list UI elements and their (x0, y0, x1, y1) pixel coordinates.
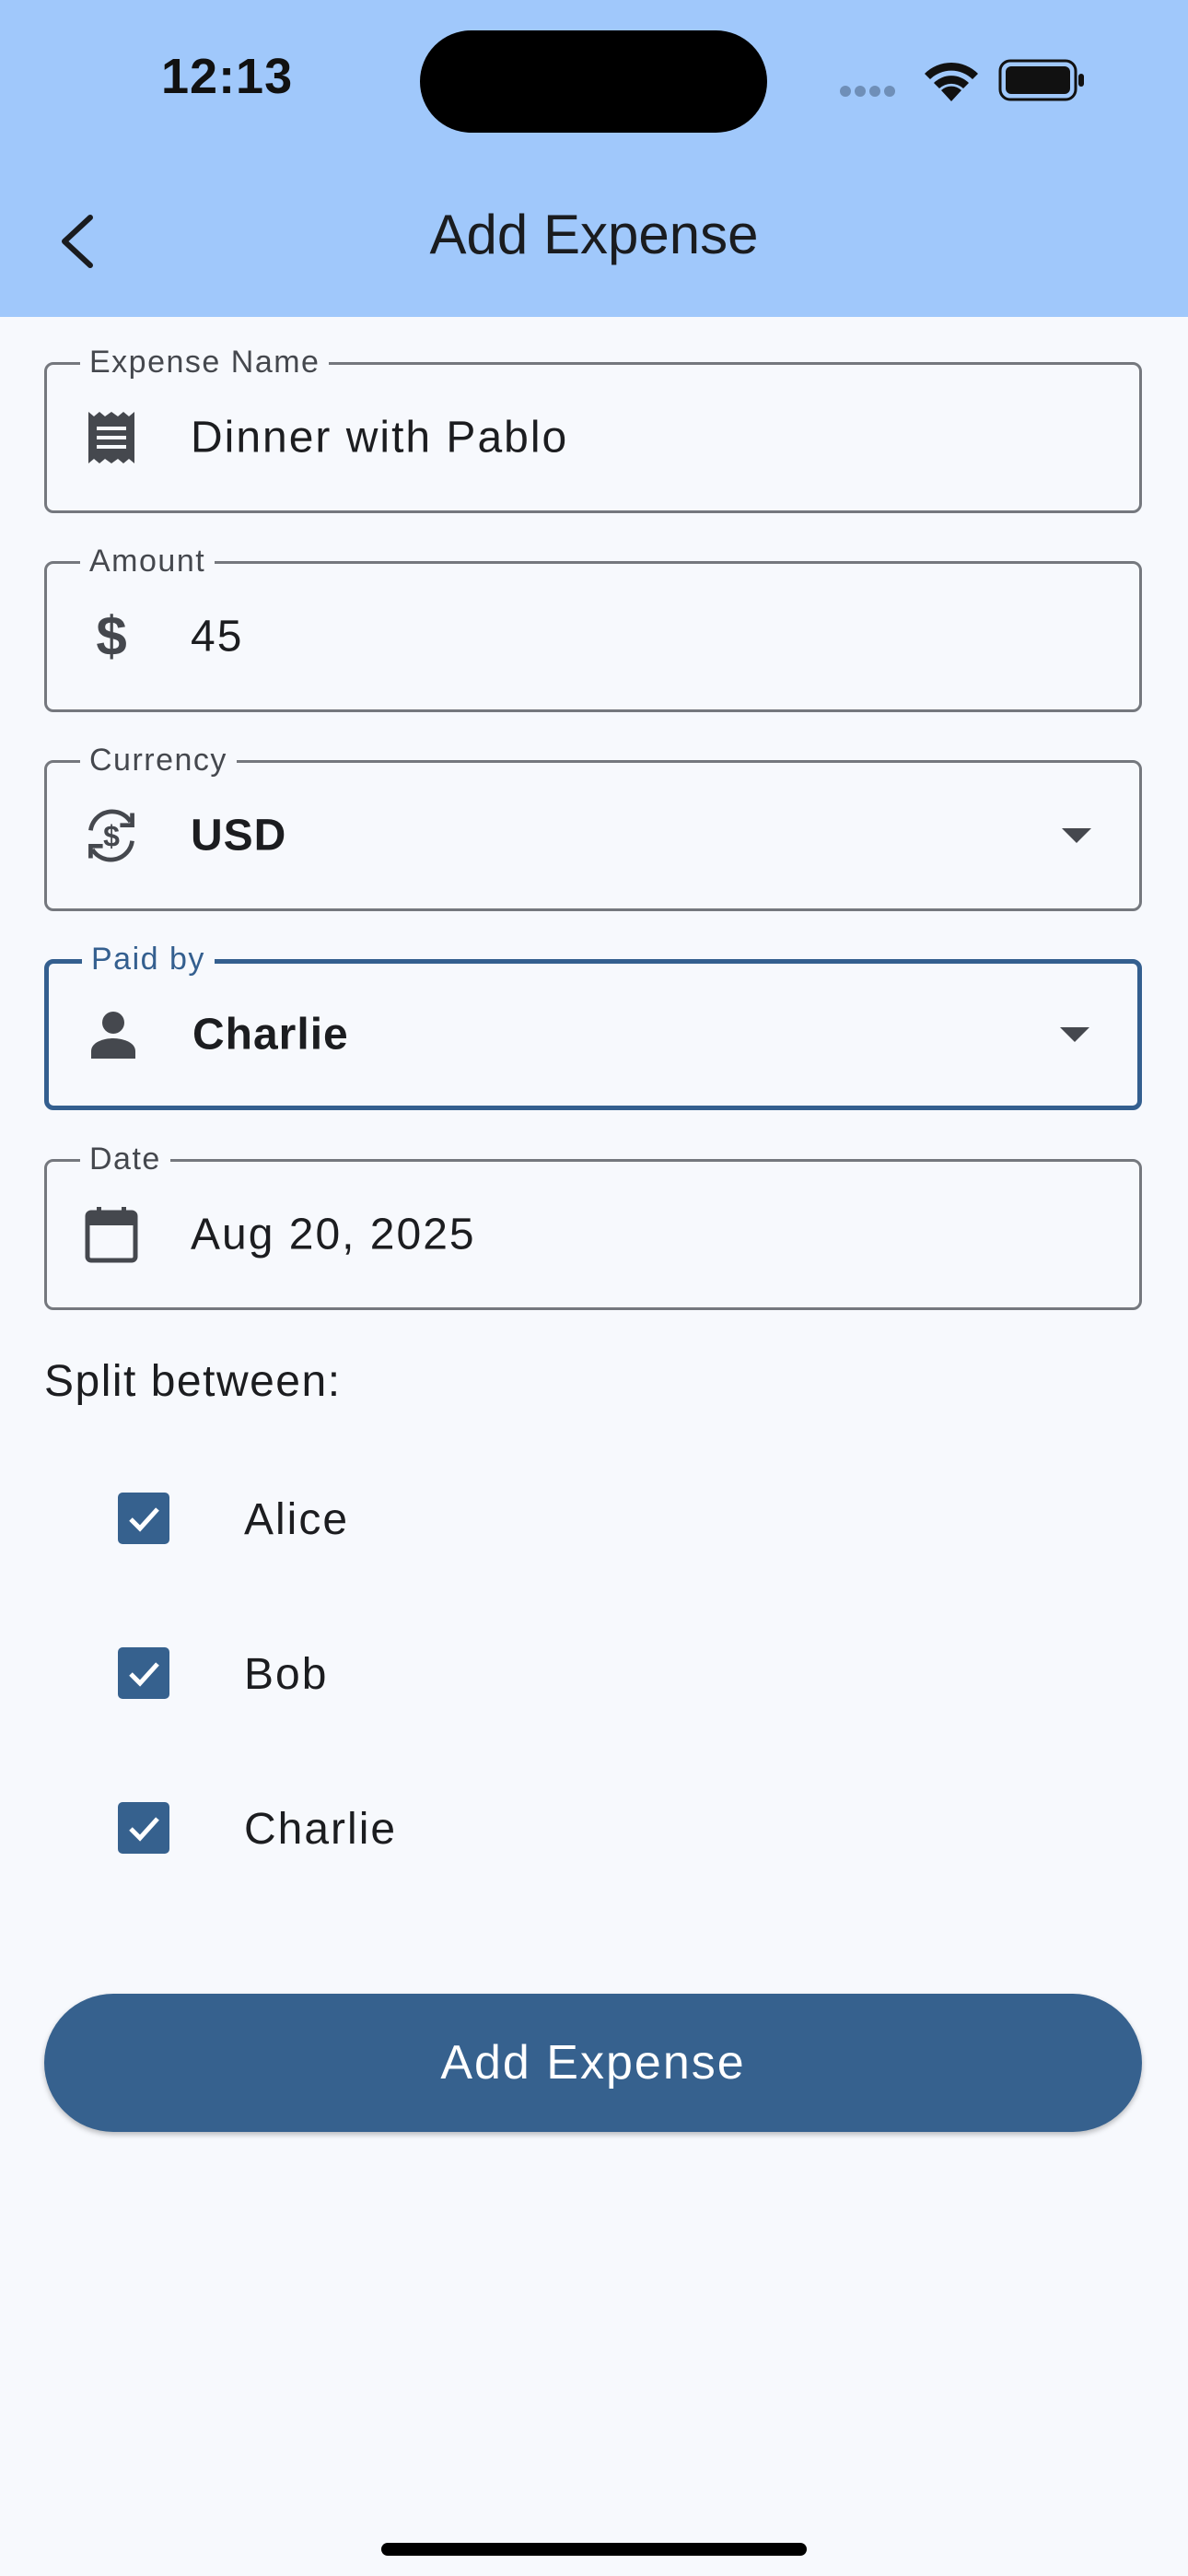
checkbox-checked[interactable] (118, 1647, 169, 1699)
status-time: 12:13 (161, 49, 294, 104)
member-name: Charlie (244, 1805, 398, 1854)
expense-name-input[interactable]: Dinner with Pablo (191, 413, 568, 463)
expense-name-field[interactable]: Expense Name Dinner with Pablo (44, 344, 1142, 513)
expense-name-label: Expense Name (80, 344, 330, 381)
person-icon (84, 1005, 143, 1064)
split-member-row[interactable]: Charlie (44, 1773, 1142, 1883)
currency-label: Currency (80, 742, 237, 779)
calendar-icon (82, 1205, 141, 1264)
cellular-signal-icon (840, 85, 899, 101)
dollar-icon: $ (82, 607, 141, 666)
currency-selected-value: USD (191, 811, 287, 861)
split-member-row[interactable]: Alice (44, 1463, 1142, 1574)
checkbox-checked[interactable] (118, 1493, 169, 1544)
add-expense-button[interactable]: Add Expense (44, 1994, 1142, 2132)
battery-icon (998, 59, 1087, 106)
dropdown-arrow-icon (1062, 828, 1091, 843)
page-title: Add Expense (429, 204, 759, 265)
paid-by-label: Paid by (82, 941, 215, 978)
home-indicator (381, 2543, 807, 2556)
date-label: Date (80, 1141, 170, 1177)
app-bar: 12:13 Add Expense (0, 0, 1188, 317)
checkmark-icon (129, 1817, 159, 1842)
paid-by-dropdown[interactable]: Paid by Charlie (44, 941, 1142, 1110)
currency-dropdown[interactable]: Currency $ USD (44, 742, 1142, 911)
amount-label: Amount (80, 543, 215, 580)
svg-text:$: $ (103, 819, 120, 852)
dynamic-island (420, 30, 767, 133)
currency-exchange-icon: $ (82, 806, 141, 865)
date-field[interactable]: Date Aug 20, 2025 (44, 1141, 1142, 1310)
checkmark-icon (129, 1662, 159, 1687)
checkbox-checked[interactable] (118, 1802, 169, 1854)
split-between-heading: Split between: (44, 1357, 342, 1406)
wifi-icon (921, 57, 982, 108)
checkmark-icon (129, 1507, 159, 1532)
amount-input[interactable]: 45 (191, 612, 243, 662)
split-member-row[interactable]: Bob (44, 1618, 1142, 1728)
svg-text:$: $ (96, 607, 126, 666)
member-name: Bob (244, 1650, 329, 1699)
paid-by-selected-value: Charlie (192, 1010, 349, 1060)
date-value: Aug 20, 2025 (191, 1210, 476, 1259)
amount-field[interactable]: Amount $ 45 (44, 543, 1142, 712)
receipt-icon (82, 408, 141, 467)
dropdown-arrow-icon (1060, 1027, 1089, 1042)
member-name: Alice (244, 1495, 350, 1544)
